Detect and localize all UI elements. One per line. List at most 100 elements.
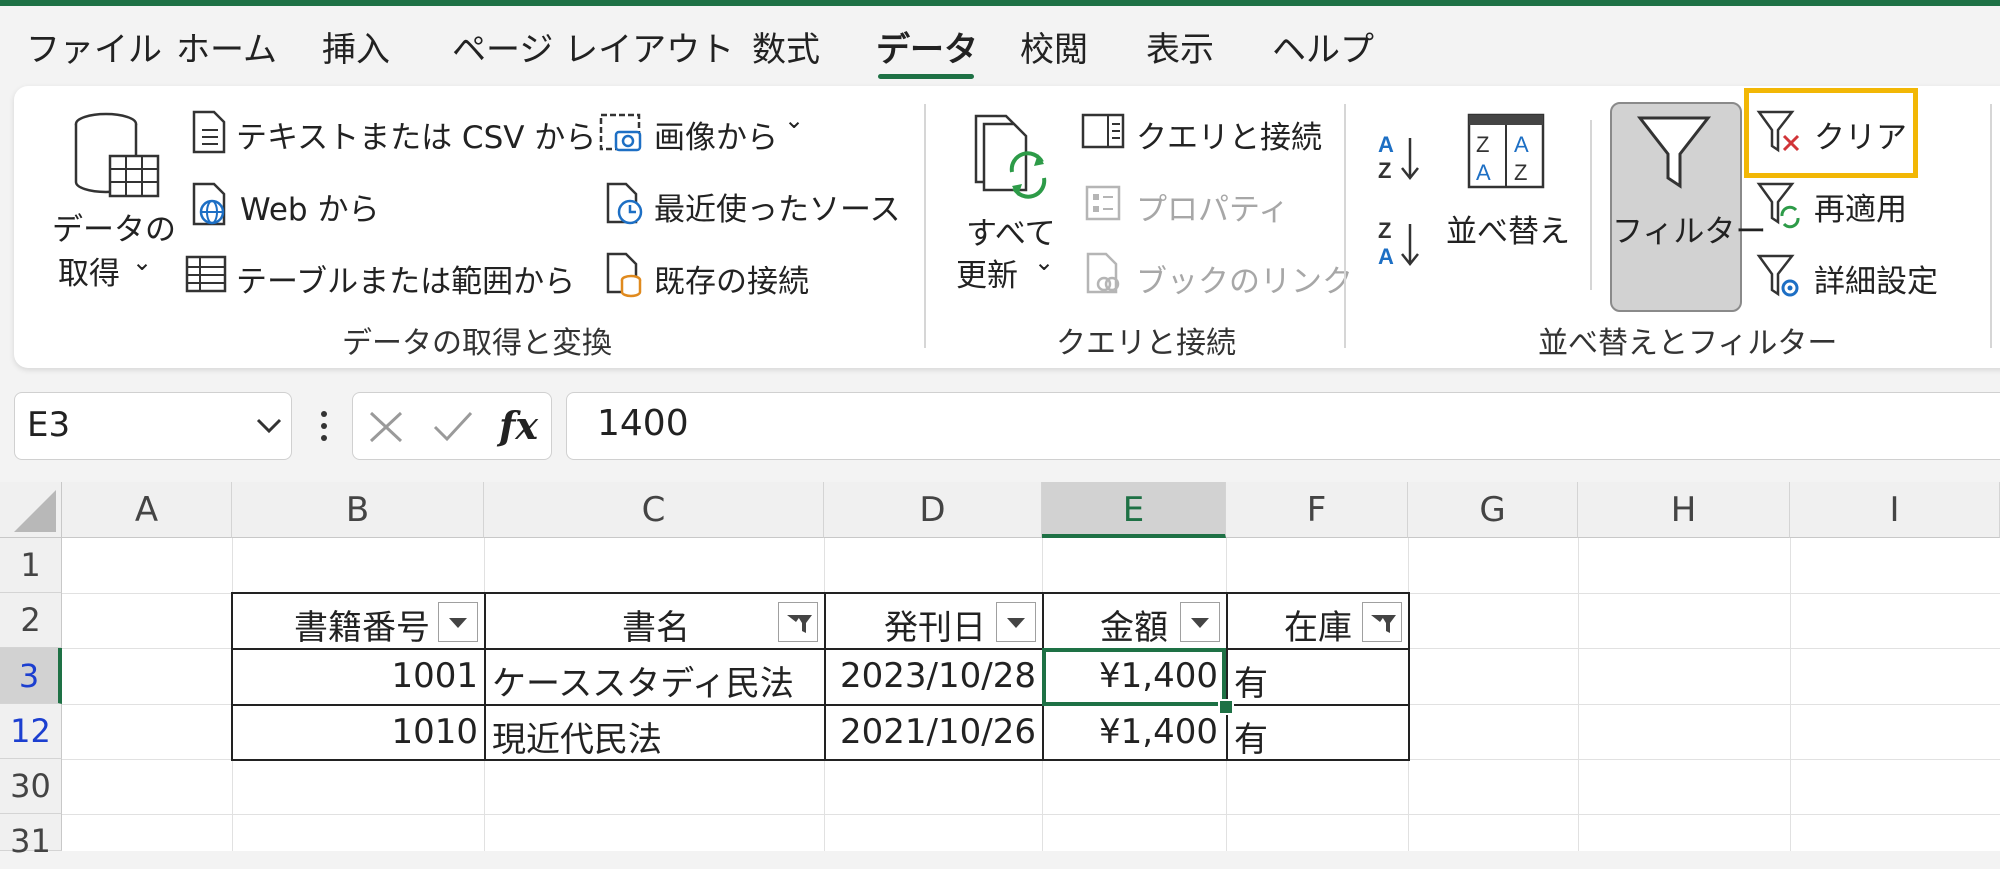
refresh-all-button-label-2[interactable]: 更新 (956, 250, 1018, 295)
filter-button-label[interactable]: フィルター (1612, 206, 1766, 251)
from-picture-button[interactable]: 画像から (654, 112, 778, 157)
column-header-d[interactable]: D (824, 482, 1042, 538)
tab-formulas[interactable]: 数式 (752, 22, 820, 71)
group-label-get-transform: データの取得と変換 (342, 326, 612, 361)
filter-dropdown-button[interactable] (438, 602, 478, 642)
tab-file[interactable]: ファイル (26, 22, 162, 71)
recent-sources-clock-icon (606, 182, 643, 225)
table-cell[interactable]: 有 (1226, 648, 1410, 706)
formula-input[interactable]: 1400 (566, 392, 2000, 460)
column-header-c[interactable]: C (484, 482, 824, 538)
table-header-publish-date[interactable]: 発刊日 (824, 592, 1044, 650)
workbook-links-icon (1086, 252, 1120, 294)
tab-help[interactable]: ヘルプ (1272, 22, 1374, 71)
header-label: 在庫 (1284, 608, 1352, 648)
group-label-sort-filter: 並べ替えとフィルター (1538, 326, 1838, 361)
table-cell[interactable]: 1010 (231, 704, 486, 761)
column-header-f[interactable]: F (1226, 482, 1408, 538)
insert-function-fx-icon[interactable]: fx (499, 403, 538, 448)
column-header-i[interactable]: I (1790, 482, 2000, 538)
table-header-title[interactable]: 書名 (484, 592, 826, 650)
workbook-links-button[interactable]: ブックのリンク (1136, 256, 1353, 301)
from-web-button[interactable]: Web から (240, 184, 379, 229)
tab-page-layout[interactable]: ページ レイアウト (452, 22, 734, 71)
ribbon-separator (924, 104, 926, 348)
filter-applied-button[interactable] (1362, 602, 1402, 642)
column-header-g[interactable]: G (1408, 482, 1578, 538)
reapply-button[interactable]: 再適用 (1814, 184, 1907, 229)
fill-handle[interactable] (1218, 699, 1234, 715)
advanced-filter-button[interactable]: 詳細設定 (1814, 256, 1938, 301)
column-header-a[interactable]: A (62, 482, 232, 538)
text-file-icon (192, 110, 226, 154)
table-header-stock[interactable]: 在庫 (1226, 592, 1410, 650)
formula-buttons: fx (352, 392, 552, 460)
chevron-down-icon[interactable] (255, 417, 283, 435)
tab-data[interactable]: データ (876, 22, 978, 71)
row-header-12[interactable]: 12 (0, 704, 62, 759)
get-data-button-label-2[interactable]: 取得 (58, 248, 120, 293)
dropdown-arrow-icon (1007, 618, 1025, 628)
title-bar-accent (0, 0, 2000, 6)
sort-a-to-z-icon: A Z (1378, 132, 1419, 183)
clear-button[interactable]: クリア (1814, 112, 1907, 157)
more-options-vertical-icon[interactable] (318, 408, 330, 444)
select-all-corner[interactable] (0, 482, 62, 538)
filter-dropdown-button[interactable] (996, 602, 1036, 642)
table-cell[interactable]: 1001 (231, 648, 486, 706)
existing-connections-icon (606, 252, 642, 298)
svg-text:A: A (1476, 160, 1491, 185)
table-header-price[interactable]: 金額 (1042, 592, 1228, 650)
tab-view[interactable]: 表示 (1146, 22, 1214, 71)
properties-button[interactable]: プロパティ (1136, 184, 1289, 229)
cell-value: 1001 (391, 656, 478, 696)
sort-dialog-icon: Z A A Z (1467, 113, 1545, 189)
row-header-31[interactable]: 31 (0, 814, 62, 860)
enter-check-icon[interactable] (431, 409, 475, 445)
cancel-x-icon[interactable] (367, 409, 407, 445)
database-table-icon (74, 112, 160, 198)
header-label: 金額 (1100, 608, 1168, 648)
table-cell[interactable]: 有 (1226, 704, 1410, 761)
filter-dropdown-button[interactable] (1180, 602, 1220, 642)
ribbon-separator (1344, 104, 1346, 348)
chevron-down-icon[interactable]: ⌄ (132, 248, 152, 276)
header-label: 書名 (622, 608, 690, 648)
name-box[interactable]: E3 (14, 392, 292, 460)
filter-applied-button[interactable] (778, 602, 818, 642)
column-header-h[interactable]: H (1578, 482, 1790, 538)
refresh-all-button-label-1[interactable]: すべて (966, 208, 1056, 253)
existing-connections-button[interactable]: 既存の接続 (654, 256, 809, 301)
sort-button[interactable]: 並べ替え (1446, 206, 1570, 251)
tab-insert[interactable]: 挿入 (322, 22, 390, 71)
active-cell-selection[interactable] (1042, 648, 1226, 706)
active-tab-underline (878, 74, 974, 79)
formula-value: 1400 (597, 403, 689, 444)
row-header-3[interactable]: 3 (0, 648, 62, 704)
table-cell[interactable]: 現近代民法 (484, 704, 826, 761)
table-header-book-number[interactable]: 書籍番号 (231, 592, 486, 650)
row-header-2[interactable]: 2 (0, 593, 62, 648)
grid-line (1790, 538, 1791, 851)
recent-sources-button[interactable]: 最近使ったソース (654, 184, 900, 229)
tab-review[interactable]: 校閲 (1020, 22, 1088, 71)
from-table-range-button[interactable]: テーブルまたは範囲から (236, 256, 575, 301)
table-cell[interactable]: 2021/10/26 (824, 704, 1044, 761)
row-header-1[interactable]: 1 (0, 538, 62, 593)
properties-icon (1085, 185, 1121, 221)
column-header-b[interactable]: B (232, 482, 484, 538)
table-cell[interactable]: ケーススタディ民法 (484, 648, 826, 706)
chevron-down-icon[interactable]: ⌄ (1034, 248, 1054, 276)
table-cell[interactable]: ¥1,400 (1042, 704, 1228, 761)
chevron-down-icon[interactable]: ⌄ (784, 106, 804, 134)
get-data-button-label-1[interactable]: データの (52, 204, 176, 249)
queries-connections-button[interactable]: クエリと接続 (1136, 112, 1322, 157)
ribbon-tabs: ファイル ホーム 挿入 ページ レイアウト 数式 データ 校閲 表示 ヘルプ (0, 22, 2000, 82)
column-header-e[interactable]: E (1042, 482, 1226, 538)
tab-home[interactable]: ホーム (176, 22, 277, 71)
row-header-30[interactable]: 30 (0, 759, 62, 814)
from-text-csv-button[interactable]: テキストまたは CSV から (236, 112, 596, 157)
grid-line (1578, 538, 1579, 851)
table-cell[interactable]: 2023/10/28 (824, 648, 1044, 706)
cell-value: 2023/10/28 (840, 656, 1036, 696)
